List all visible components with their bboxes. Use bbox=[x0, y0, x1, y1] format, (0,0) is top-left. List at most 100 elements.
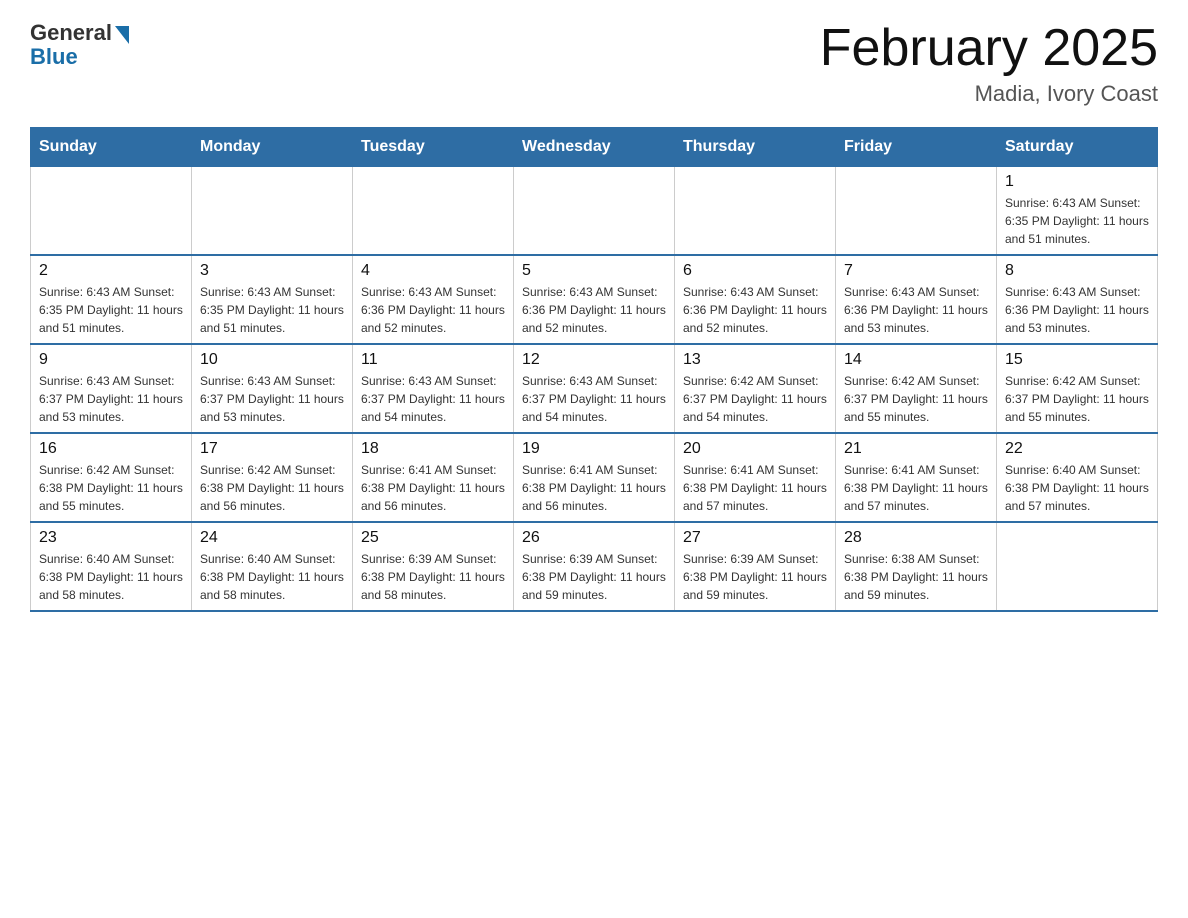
day-number: 26 bbox=[522, 529, 666, 547]
day-info: Sunrise: 6:43 AM Sunset: 6:36 PM Dayligh… bbox=[683, 283, 827, 337]
calendar-day-cell: 16 Sunrise: 6:42 AM Sunset: 6:38 PM Dayli… bbox=[31, 433, 192, 522]
calendar-day-cell bbox=[514, 167, 675, 256]
day-info: Sunrise: 6:43 AM Sunset: 6:37 PM Dayligh… bbox=[361, 372, 505, 426]
calendar-day-cell: 25 Sunrise: 6:39 AM Sunset: 6:38 PM Dayli… bbox=[353, 522, 514, 611]
calendar-day-cell: 6Sunrise: 6:43 AM Sunset: 6:36 PM Daylig… bbox=[675, 255, 836, 344]
calendar-day-cell: 21Sunrise: 6:41 AM Sunset: 6:38 PM Dayli… bbox=[836, 433, 997, 522]
day-number: 3 bbox=[200, 262, 344, 280]
day-info: Sunrise: 6:43 AM Sunset: 6:35 PM Dayligh… bbox=[1005, 194, 1149, 248]
day-number: 28 bbox=[844, 529, 988, 547]
calendar-day-cell: 17 Sunrise: 6:42 AM Sunset: 6:38 PM Dayli… bbox=[192, 433, 353, 522]
day-number: 14 bbox=[844, 351, 988, 369]
page-header: General Blue February 2025 Madia, Ivory … bbox=[30, 20, 1158, 107]
day-number: 27 bbox=[683, 529, 827, 547]
day-info: Sunrise: 6:41 AM Sunset: 6:38 PM Dayligh… bbox=[683, 461, 827, 515]
calendar-day-cell: 22 Sunrise: 6:40 AM Sunset: 6:38 PM Dayli… bbox=[997, 433, 1158, 522]
day-number: 13 bbox=[683, 351, 827, 369]
day-info: Sunrise: 6:40 AM Sunset: 6:38 PM Dayligh… bbox=[200, 550, 344, 604]
day-number: 12 bbox=[522, 351, 666, 369]
day-info: Sunrise: 6:40 AM Sunset: 6:38 PM Dayligh… bbox=[39, 550, 183, 604]
logo-general-text: General bbox=[30, 20, 112, 46]
calendar-day-cell: 28 Sunrise: 6:38 AM Sunset: 6:38 PM Dayli… bbox=[836, 522, 997, 611]
calendar-day-cell bbox=[675, 167, 836, 256]
logo-arrow-icon bbox=[115, 26, 129, 44]
day-of-week-header: Saturday bbox=[997, 128, 1158, 167]
day-number: 24 bbox=[200, 529, 344, 547]
calendar-day-cell: 15 Sunrise: 6:42 AM Sunset: 6:37 PM Dayli… bbox=[997, 344, 1158, 433]
calendar-day-cell: 20 Sunrise: 6:41 AM Sunset: 6:38 PM Dayli… bbox=[675, 433, 836, 522]
day-info: Sunrise: 6:43 AM Sunset: 6:37 PM Dayligh… bbox=[39, 372, 183, 426]
day-number: 10 bbox=[200, 351, 344, 369]
day-number: 2 bbox=[39, 262, 183, 280]
day-info: Sunrise: 6:43 AM Sunset: 6:36 PM Dayligh… bbox=[361, 283, 505, 337]
calendar-day-cell: 18Sunrise: 6:41 AM Sunset: 6:38 PM Dayli… bbox=[353, 433, 514, 522]
day-of-week-header: Tuesday bbox=[353, 128, 514, 167]
calendar-week-row: 9 Sunrise: 6:43 AM Sunset: 6:37 PM Daylig… bbox=[31, 344, 1158, 433]
title-block: February 2025 Madia, Ivory Coast bbox=[820, 20, 1158, 107]
calendar-table: SundayMondayTuesdayWednesdayThursdayFrid… bbox=[30, 127, 1158, 612]
day-info: Sunrise: 6:38 AM Sunset: 6:38 PM Dayligh… bbox=[844, 550, 988, 604]
day-number: 22 bbox=[1005, 440, 1149, 458]
calendar-day-cell: 11Sunrise: 6:43 AM Sunset: 6:37 PM Dayli… bbox=[353, 344, 514, 433]
day-info: Sunrise: 6:43 AM Sunset: 6:36 PM Dayligh… bbox=[1005, 283, 1149, 337]
calendar-day-cell: 14Sunrise: 6:42 AM Sunset: 6:37 PM Dayli… bbox=[836, 344, 997, 433]
day-number: 16 bbox=[39, 440, 183, 458]
day-of-week-header: Friday bbox=[836, 128, 997, 167]
calendar-day-cell: 23 Sunrise: 6:40 AM Sunset: 6:38 PM Dayli… bbox=[31, 522, 192, 611]
calendar-week-row: 1 Sunrise: 6:43 AM Sunset: 6:35 PM Daylig… bbox=[31, 167, 1158, 256]
calendar-day-cell: 9 Sunrise: 6:43 AM Sunset: 6:37 PM Daylig… bbox=[31, 344, 192, 433]
day-info: Sunrise: 6:43 AM Sunset: 6:36 PM Dayligh… bbox=[522, 283, 666, 337]
calendar-day-cell bbox=[192, 167, 353, 256]
calendar-day-cell: 3 Sunrise: 6:43 AM Sunset: 6:35 PM Daylig… bbox=[192, 255, 353, 344]
day-info: Sunrise: 6:43 AM Sunset: 6:37 PM Dayligh… bbox=[200, 372, 344, 426]
calendar-day-cell bbox=[836, 167, 997, 256]
day-number: 4 bbox=[361, 262, 505, 280]
day-info: Sunrise: 6:43 AM Sunset: 6:35 PM Dayligh… bbox=[200, 283, 344, 337]
location: Madia, Ivory Coast bbox=[820, 81, 1158, 107]
calendar-day-cell: 13 Sunrise: 6:42 AM Sunset: 6:37 PM Dayli… bbox=[675, 344, 836, 433]
calendar-day-cell: 5 Sunrise: 6:43 AM Sunset: 6:36 PM Daylig… bbox=[514, 255, 675, 344]
day-number: 17 bbox=[200, 440, 344, 458]
day-number: 19 bbox=[522, 440, 666, 458]
day-number: 23 bbox=[39, 529, 183, 547]
day-info: Sunrise: 6:42 AM Sunset: 6:38 PM Dayligh… bbox=[39, 461, 183, 515]
day-info: Sunrise: 6:43 AM Sunset: 6:36 PM Dayligh… bbox=[844, 283, 988, 337]
day-of-week-header: Thursday bbox=[675, 128, 836, 167]
day-number: 7 bbox=[844, 262, 988, 280]
day-number: 1 bbox=[1005, 173, 1149, 191]
calendar-day-cell bbox=[997, 522, 1158, 611]
calendar-week-row: 23 Sunrise: 6:40 AM Sunset: 6:38 PM Dayli… bbox=[31, 522, 1158, 611]
day-info: Sunrise: 6:39 AM Sunset: 6:38 PM Dayligh… bbox=[361, 550, 505, 604]
day-info: Sunrise: 6:41 AM Sunset: 6:38 PM Dayligh… bbox=[844, 461, 988, 515]
calendar-day-cell: 26Sunrise: 6:39 AM Sunset: 6:38 PM Dayli… bbox=[514, 522, 675, 611]
day-info: Sunrise: 6:42 AM Sunset: 6:38 PM Dayligh… bbox=[200, 461, 344, 515]
calendar-day-cell: 27 Sunrise: 6:39 AM Sunset: 6:38 PM Dayli… bbox=[675, 522, 836, 611]
calendar-day-cell: 7 Sunrise: 6:43 AM Sunset: 6:36 PM Daylig… bbox=[836, 255, 997, 344]
day-info: Sunrise: 6:43 AM Sunset: 6:35 PM Dayligh… bbox=[39, 283, 183, 337]
calendar-week-row: 16 Sunrise: 6:42 AM Sunset: 6:38 PM Dayli… bbox=[31, 433, 1158, 522]
day-of-week-header: Wednesday bbox=[514, 128, 675, 167]
day-info: Sunrise: 6:41 AM Sunset: 6:38 PM Dayligh… bbox=[361, 461, 505, 515]
day-number: 25 bbox=[361, 529, 505, 547]
day-info: Sunrise: 6:39 AM Sunset: 6:38 PM Dayligh… bbox=[683, 550, 827, 604]
calendar-day-cell: 4 Sunrise: 6:43 AM Sunset: 6:36 PM Daylig… bbox=[353, 255, 514, 344]
calendar-day-cell bbox=[31, 167, 192, 256]
day-number: 5 bbox=[522, 262, 666, 280]
calendar-day-cell bbox=[353, 167, 514, 256]
day-number: 15 bbox=[1005, 351, 1149, 369]
calendar-day-cell: 8 Sunrise: 6:43 AM Sunset: 6:36 PM Daylig… bbox=[997, 255, 1158, 344]
day-number: 9 bbox=[39, 351, 183, 369]
calendar-day-cell: 2 Sunrise: 6:43 AM Sunset: 6:35 PM Daylig… bbox=[31, 255, 192, 344]
day-info: Sunrise: 6:43 AM Sunset: 6:37 PM Dayligh… bbox=[522, 372, 666, 426]
calendar-day-cell: 24 Sunrise: 6:40 AM Sunset: 6:38 PM Dayli… bbox=[192, 522, 353, 611]
day-number: 20 bbox=[683, 440, 827, 458]
calendar-week-row: 2 Sunrise: 6:43 AM Sunset: 6:35 PM Daylig… bbox=[31, 255, 1158, 344]
logo-blue-text: Blue bbox=[30, 44, 78, 70]
day-info: Sunrise: 6:40 AM Sunset: 6:38 PM Dayligh… bbox=[1005, 461, 1149, 515]
calendar-day-cell: 1 Sunrise: 6:43 AM Sunset: 6:35 PM Daylig… bbox=[997, 167, 1158, 256]
day-info: Sunrise: 6:42 AM Sunset: 6:37 PM Dayligh… bbox=[683, 372, 827, 426]
calendar-header-row: SundayMondayTuesdayWednesdayThursdayFrid… bbox=[31, 128, 1158, 167]
day-number: 8 bbox=[1005, 262, 1149, 280]
day-info: Sunrise: 6:42 AM Sunset: 6:37 PM Dayligh… bbox=[1005, 372, 1149, 426]
day-of-week-header: Monday bbox=[192, 128, 353, 167]
